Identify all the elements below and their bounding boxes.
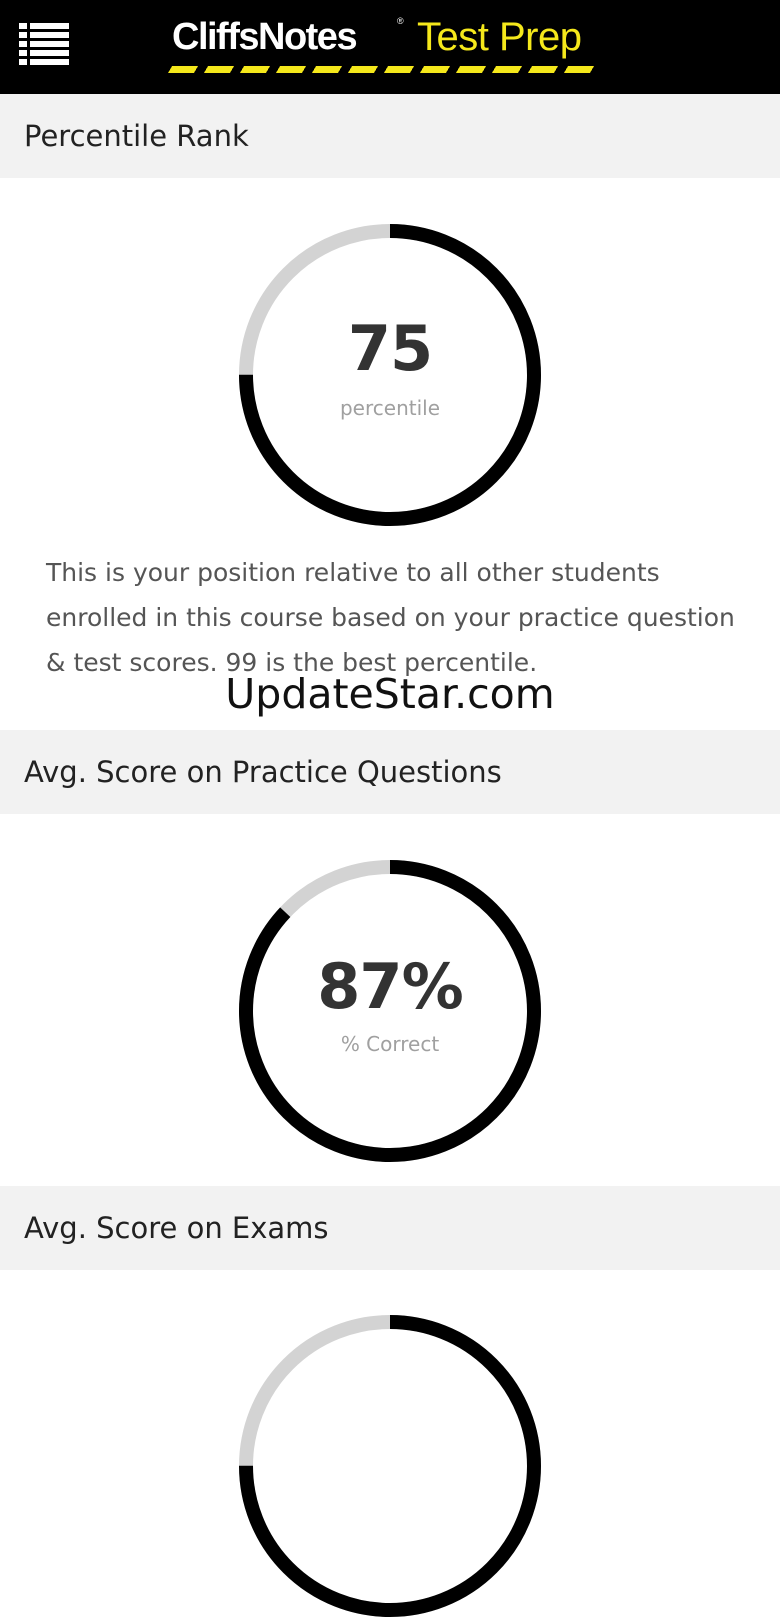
section-title-practice-questions: Avg. Score on Practice Questions <box>0 730 780 814</box>
app-header: CliffsNotes ® Test Prep <box>0 0 780 94</box>
exam-score-ring <box>239 1315 541 1617</box>
logo-stripe-decoration <box>167 66 598 73</box>
percentile-value: 75 <box>347 312 433 385</box>
percentile-description: This is your position relative to all ot… <box>46 558 735 677</box>
exam-score-ring-chart <box>239 1315 541 1617</box>
practice-score-value: 87% <box>317 950 463 1023</box>
practice-score-label: % Correct <box>340 1032 440 1056</box>
practice-score-ring: 87% % Correct <box>239 860 541 1162</box>
logo-secondary-text: Test Prep <box>417 15 582 59</box>
percentile-ring: 75 percentile <box>239 224 541 526</box>
logo-primary-text: CliffsNotes <box>172 16 358 58</box>
logo-registered-mark: ® <box>397 16 404 26</box>
list-menu-icon[interactable] <box>19 23 69 65</box>
percentile-label: percentile <box>339 396 441 420</box>
cliffsnotes-logo[interactable]: CliffsNotes ® Test Prep <box>167 10 602 82</box>
watermark-text: UpdateStar.com <box>225 670 555 718</box>
section-title-percentile-rank: Percentile Rank <box>0 94 780 178</box>
section-title-exams: Avg. Score on Exams <box>0 1186 780 1270</box>
